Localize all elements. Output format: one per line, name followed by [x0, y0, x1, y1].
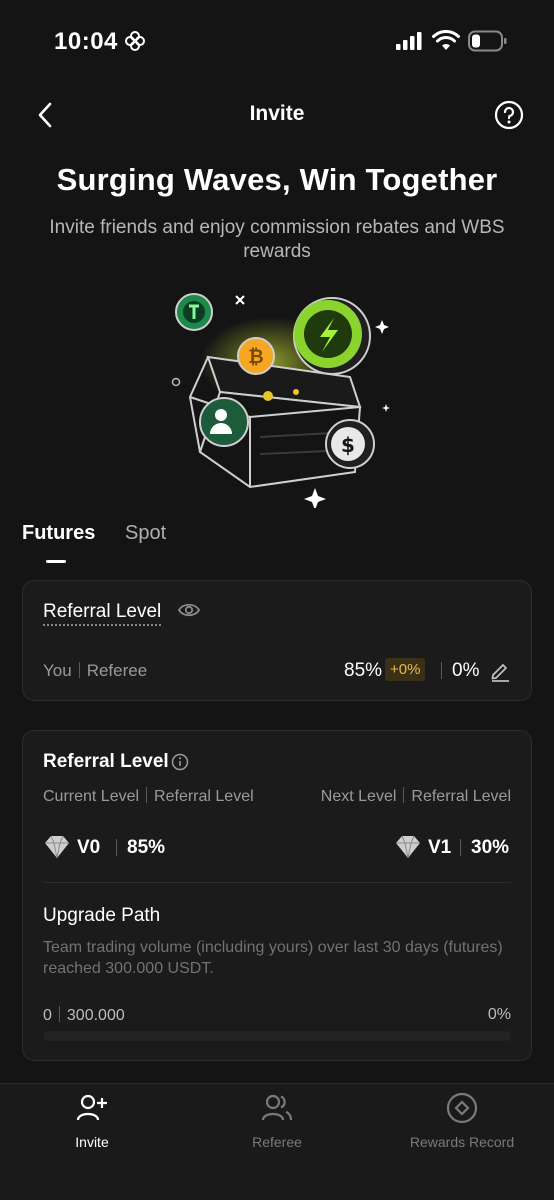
- next-level-label: Next Level Referral Level: [321, 787, 511, 806]
- current-level-text: Current Level: [43, 788, 140, 805]
- referral-level-title[interactable]: Referral Level: [43, 601, 162, 626]
- tab-futures[interactable]: Futures: [22, 522, 95, 545]
- referee-rebate-rate: 0%: [452, 660, 480, 681]
- hero-title: Surging Waves, Win Together: [56, 162, 498, 197]
- divider: [116, 839, 117, 856]
- progress-values: 0 300.000: [43, 1006, 125, 1025]
- market-tabs: Futures Spot: [22, 522, 322, 568]
- progress-current: 0: [43, 1007, 52, 1024]
- page-title: Invite: [249, 102, 305, 125]
- tab-spot[interactable]: Spot: [125, 522, 166, 545]
- flower-icon: [124, 30, 146, 57]
- tab-active-indicator: [46, 560, 66, 563]
- current-level-value: V0 85%: [43, 835, 173, 859]
- you-label: You: [43, 661, 72, 680]
- divider: [460, 839, 461, 856]
- current-level-rate: 85%: [127, 837, 166, 858]
- add-user-icon: [76, 1094, 107, 1121]
- diamond-icon: [43, 835, 71, 864]
- edit-icon[interactable]: [489, 660, 511, 687]
- next-level-code: V1: [428, 837, 452, 858]
- referee-label: Referee: [86, 661, 148, 680]
- question-circle-icon: [494, 100, 524, 130]
- eye-icon[interactable]: [177, 601, 201, 624]
- progress-percent: 0%: [487, 1006, 511, 1023]
- divider: [58, 1006, 60, 1022]
- current-level-label: Current Level Referral Level: [43, 787, 254, 806]
- target-icon: [446, 1092, 478, 1124]
- info-icon[interactable]: [171, 753, 189, 776]
- users-icon: [261, 1094, 293, 1121]
- diamond-icon: [394, 835, 422, 864]
- current-referral-text: Referral Level: [154, 788, 254, 805]
- divider: [403, 787, 405, 803]
- referral-level-heading: Referral Level: [43, 751, 169, 772]
- nav-item-invite[interactable]: Invite: [12, 1084, 172, 1164]
- treasure-box-illustration: ₿ $: [160, 282, 400, 510]
- referral-level-card: Referral Level Current Level Referral Lev…: [22, 730, 532, 1061]
- progress-bar: [43, 1031, 511, 1041]
- nav-bar: Invite: [0, 90, 554, 140]
- referral-rate-card: Referral Level You Referee 85% +0% 0%: [22, 580, 532, 701]
- cellular-signal-icon: [396, 32, 424, 55]
- next-level-value: V1 30%: [394, 835, 511, 859]
- hero-subtitle: Invite friends and enjoy commission reba…: [49, 217, 505, 262]
- next-level-text: Next Level: [320, 788, 397, 805]
- wifi-icon: [432, 29, 460, 57]
- svg-text:₿: ₿: [248, 346, 263, 368]
- status-bar: 10:04: [0, 0, 554, 84]
- upgrade-path-title: Upgrade Path: [43, 905, 161, 926]
- nav-label-referee: Referee: [252, 1134, 302, 1150]
- next-referral-text: Referral Level: [411, 788, 511, 805]
- svg-text:$: $: [341, 433, 355, 457]
- nav-item-rewards-record[interactable]: Rewards Record: [382, 1084, 542, 1164]
- you-referee-labels: You Referee: [43, 661, 147, 681]
- current-level-code: V0: [77, 837, 101, 858]
- your-rebate-rate: 85%: [344, 660, 383, 681]
- help-button[interactable]: [494, 100, 524, 130]
- battery-icon: [468, 30, 508, 57]
- divider: [146, 787, 148, 803]
- next-level-rate: 30%: [471, 837, 510, 858]
- divider: [78, 662, 80, 678]
- bonus-rate-badge: +0%: [385, 658, 426, 681]
- nav-item-referee[interactable]: Referee: [197, 1084, 357, 1164]
- upgrade-path-description: Team trading volume (including yours) ov…: [43, 939, 503, 977]
- status-time: 10:04: [54, 28, 118, 55]
- progress-target: 300.000: [66, 1007, 125, 1024]
- section-divider: [43, 882, 511, 883]
- divider: [441, 662, 442, 679]
- nav-label-rewards-record: Rewards Record: [409, 1134, 515, 1150]
- bottom-nav: Invite Referee Rewards Record: [0, 1083, 554, 1200]
- nav-label-invite: Invite: [75, 1134, 109, 1150]
